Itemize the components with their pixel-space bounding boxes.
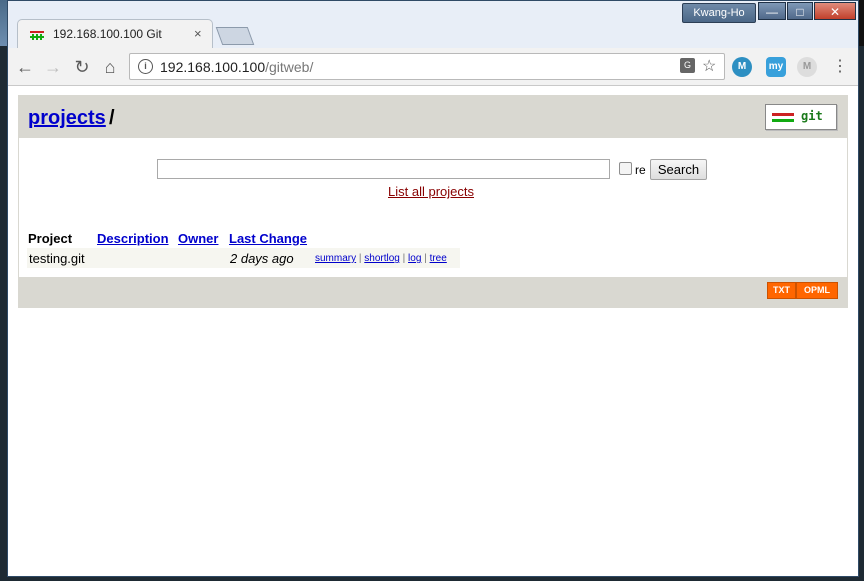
minimize-button[interactable]: —	[758, 2, 786, 20]
url-path: /gitweb/	[265, 59, 314, 75]
project-actions: summary | shortlog | log | tree	[315, 253, 447, 264]
git-logo[interactable]: git	[765, 104, 837, 130]
summary-link[interactable]: summary	[315, 253, 356, 264]
opml-feed-button[interactable]: OPML	[796, 282, 838, 299]
title-bar: Kwang-Ho — □ ✕ 192.168.100.100 Git ×	[8, 1, 858, 49]
action-separator: |	[424, 253, 427, 264]
search-button[interactable]: Search	[650, 159, 707, 180]
regex-checkbox[interactable]	[619, 162, 632, 175]
extension-m-icon[interactable]: M	[732, 57, 752, 77]
tab-title: 192.168.100.100 Git	[53, 27, 162, 41]
txt-feed-button[interactable]: TXT	[767, 282, 796, 299]
breadcrumb-separator: /	[109, 107, 115, 129]
action-separator: |	[402, 253, 406, 264]
maximize-button[interactable]: □	[787, 2, 813, 20]
project-name-link[interactable]: testing.git	[29, 251, 85, 266]
translate-icon[interactable]: G	[680, 58, 695, 73]
tree-link[interactable]: tree	[430, 253, 447, 264]
url-host: 192.168.100.100	[160, 59, 266, 75]
page-content: projects / git re Search List all projec…	[8, 86, 858, 576]
browser-tab[interactable]: 192.168.100.100 Git ×	[17, 19, 213, 49]
reload-icon[interactable]: ↻	[71, 56, 93, 78]
list-all-projects-link[interactable]: List all projects	[388, 184, 474, 199]
git-favicon-icon	[30, 31, 44, 40]
browser-window: Kwang-Ho — □ ✕ 192.168.100.100 Git × ← →…	[7, 0, 859, 577]
url-text[interactable]: 192.168.100.100/gitweb/	[160, 59, 313, 75]
back-arrow-icon[interactable]: ←	[14, 56, 36, 78]
git-logo-plus-icon	[772, 119, 794, 122]
address-bar[interactable]: i 192.168.100.100/gitweb/ G ☆	[129, 53, 725, 80]
profile-button[interactable]: Kwang-Ho	[682, 3, 756, 23]
info-icon[interactable]: i	[138, 59, 153, 74]
bookmark-star-icon[interactable]: ☆	[702, 56, 716, 76]
page-footer: TXT OPML	[19, 277, 847, 308]
column-header-project: Project	[28, 231, 73, 246]
git-logo-text: git	[801, 109, 823, 123]
regex-label: re	[635, 163, 646, 177]
last-change-value: 2 days ago	[230, 251, 294, 266]
browser-toolbar: ← → ↻ ⌂ i 192.168.100.100/gitweb/ G ☆ M …	[8, 48, 858, 86]
table-row: testing.git 2 days ago summary | shortlo…	[27, 248, 460, 268]
breadcrumb-projects-link[interactable]: projects	[28, 107, 106, 130]
action-separator: |	[358, 253, 362, 264]
gitweb-page: projects / git re Search List all projec…	[18, 95, 848, 308]
project-search-input[interactable]	[157, 159, 610, 179]
page-header: projects / git	[19, 96, 847, 138]
new-tab-button[interactable]	[215, 27, 255, 45]
home-icon[interactable]: ⌂	[99, 56, 121, 78]
log-link[interactable]: log	[408, 253, 421, 264]
column-header-description[interactable]: Description	[97, 231, 169, 246]
extension-grey-icon[interactable]: M	[797, 57, 817, 77]
close-window-button[interactable]: ✕	[814, 2, 856, 20]
menu-kebab-icon[interactable]: ⋮	[832, 56, 848, 78]
column-header-last-change[interactable]: Last Change	[229, 231, 307, 246]
forward-arrow-icon[interactable]: →	[42, 56, 64, 78]
shortlog-link[interactable]: shortlog	[364, 253, 400, 264]
tab-close-icon[interactable]: ×	[194, 26, 202, 41]
git-logo-dash-icon	[772, 113, 794, 116]
column-header-owner[interactable]: Owner	[178, 231, 218, 246]
extension-my-icon[interactable]: my	[766, 57, 786, 77]
